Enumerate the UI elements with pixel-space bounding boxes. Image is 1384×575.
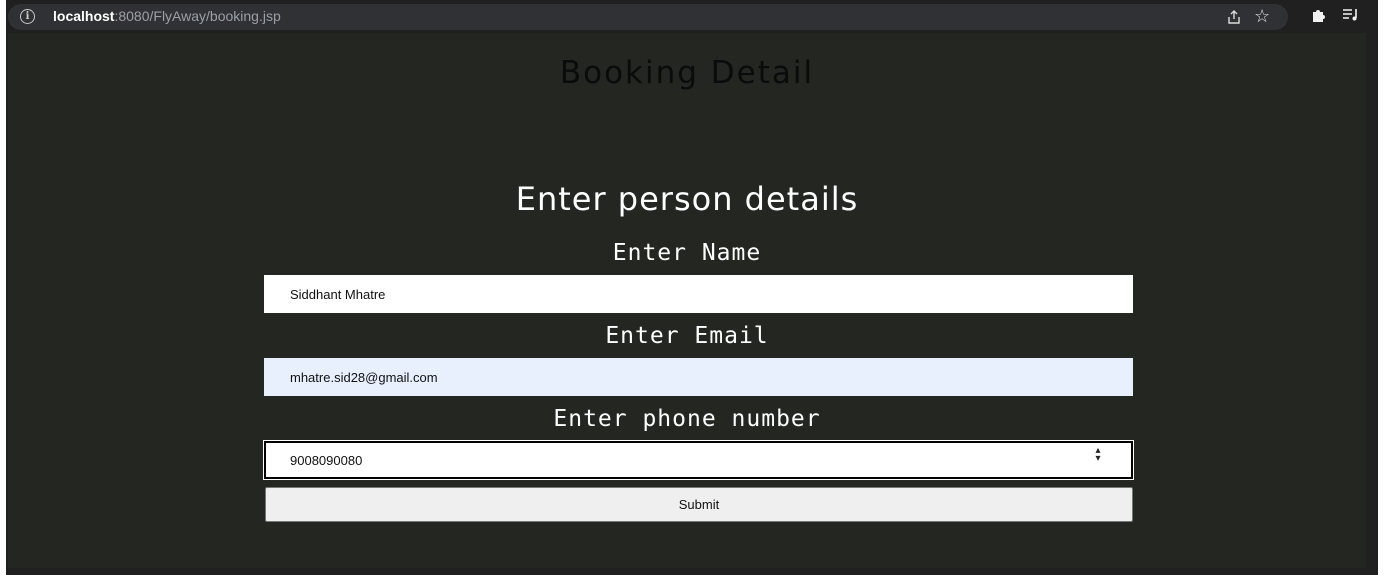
submit-button[interactable]: Submit: [265, 487, 1133, 522]
url-text[interactable]: localhost:8080/FlyAway/booking.jsp: [53, 8, 281, 24]
url-host: localhost: [53, 8, 115, 24]
name-label: Enter Name: [612, 240, 762, 266]
url-path: :8080/FlyAway/booking.jsp: [114, 8, 281, 24]
star-icon[interactable]: ☆: [1254, 6, 1270, 27]
extensions-icon[interactable]: [1311, 6, 1329, 28]
phone-label: Enter phone number: [553, 406, 821, 432]
page-title: Booking Detail: [559, 55, 815, 91]
page-content: Booking Detail Enter person details Ente…: [8, 33, 1366, 568]
number-spinner-icon[interactable]: ▴ ▾: [1090, 446, 1106, 464]
browser-toolbar: i localhost:8080/FlyAway/booking.jsp ☆: [6, 0, 1378, 33]
section-title: Enter person details: [515, 180, 859, 218]
address-bar[interactable]: i localhost:8080/FlyAway/booking.jsp ☆: [8, 4, 1288, 30]
reading-list-icon[interactable]: [1342, 7, 1360, 27]
email-label: Enter Email: [605, 323, 769, 349]
browser-window: i localhost:8080/FlyAway/booking.jsp ☆ B…: [6, 0, 1378, 575]
email-input[interactable]: [264, 358, 1133, 396]
phone-input[interactable]: [264, 441, 1133, 479]
name-input[interactable]: [264, 275, 1133, 313]
info-icon[interactable]: i: [20, 9, 35, 24]
share-icon[interactable]: [1226, 9, 1242, 30]
